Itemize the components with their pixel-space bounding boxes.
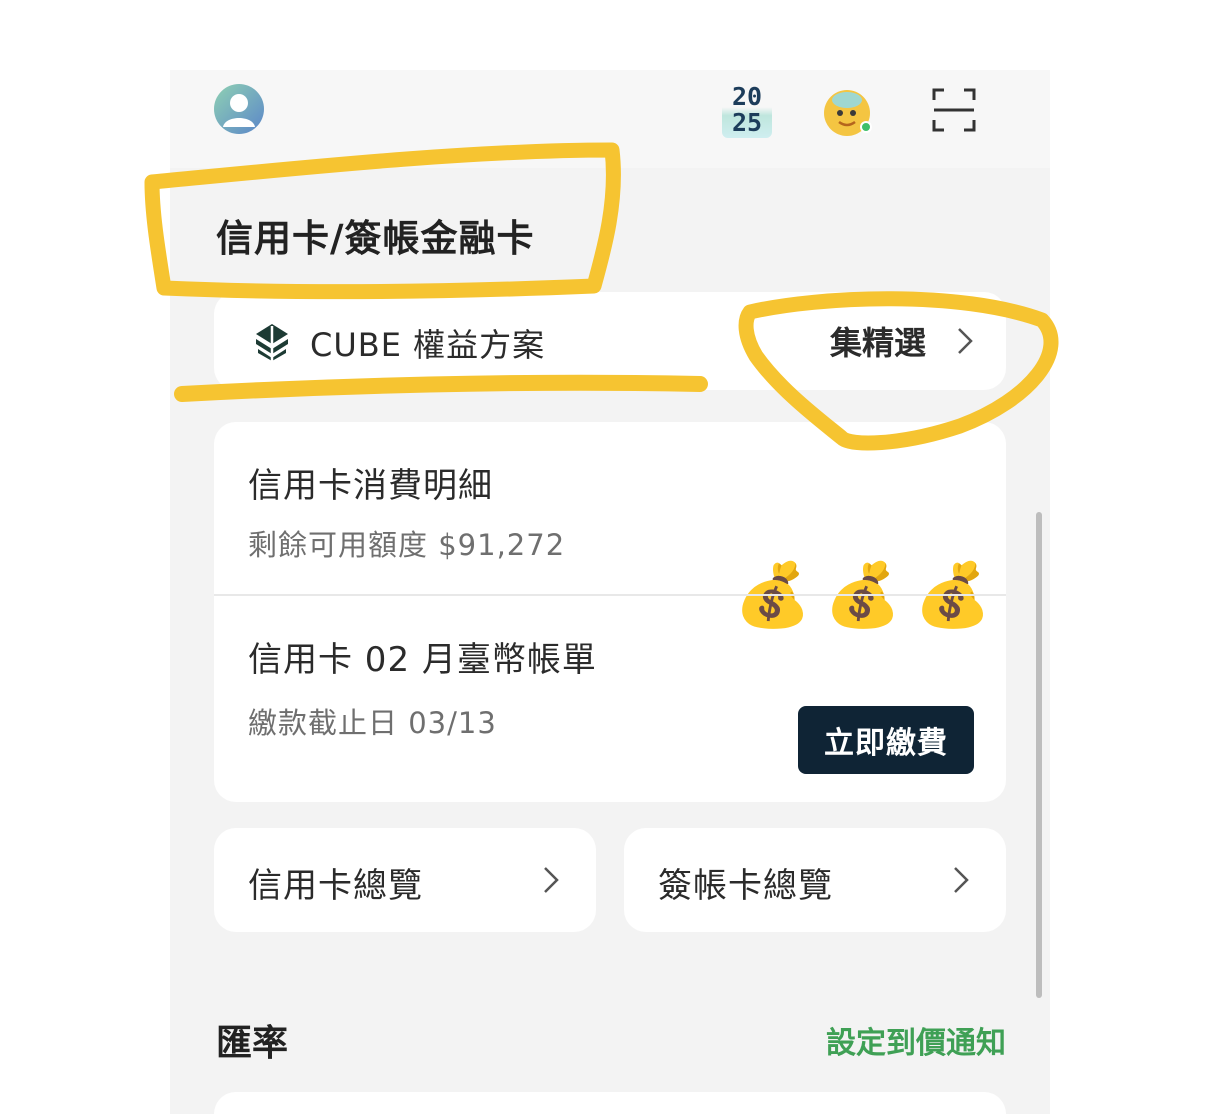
collect-featured-label: 集精選 [829,324,926,362]
cube-benefits-card[interactable]: CUBE 權益方案 集精選 [214,292,1006,390]
pay-now-button[interactable]: 立即繳費 [798,706,974,774]
year-badge-bottom: 25 [731,108,763,137]
monthly-bill-title: 信用卡 02 月臺幣帳單 [248,640,597,680]
year-badge-top: 20 [731,82,763,111]
year-2025-badge[interactable]: 20 25 [722,82,772,138]
cube-leaf-logo-icon [252,322,292,362]
set-price-alert-link[interactable]: 設定到價通知 [826,1018,1006,1062]
section-title: 信用卡/簽帳金融卡 [216,217,535,260]
user-avatar-icon[interactable] [212,82,266,136]
spending-details-title: 信用卡消費明細 [248,466,493,506]
scan-frame-icon[interactable] [932,88,976,132]
chevron-right-icon [958,328,973,354]
chevron-right-icon [544,867,559,893]
assistant-mascot-icon[interactable] [822,87,874,139]
payment-due-date: 繳款截止日 03/13 [248,706,497,740]
credit-card-summary-card: 信用卡消費明細 剩餘可用額度 $91,272 💰 💰 💰 信用卡 02 月臺幣帳… [214,422,1006,802]
available-credit-text: 剩餘可用額度 $91,272 [248,528,566,562]
cube-benefits-label: CUBE 權益方案 [310,326,546,364]
vertical-scrollbar[interactable] [1036,512,1042,998]
exchange-rate-title: 匯率 [216,1023,289,1064]
credit-card-overview-card[interactable]: 信用卡總覽 [214,828,596,932]
collect-featured-link[interactable]: 集精選 [830,318,980,364]
app-screen: 20 25 信用卡/簽帳金融卡 CUBE 權益方案 集精選 信用卡消費明細 剩餘… [170,70,1050,1114]
debit-card-overview-card[interactable]: 簽帳卡總覽 [624,828,1006,932]
top-bar: 20 25 [170,70,1050,168]
credit-card-overview-label: 信用卡總覽 [248,866,423,906]
debit-card-overview-label: 簽帳卡總覽 [658,866,833,906]
chevron-right-icon [954,867,969,893]
exchange-rate-card [214,1092,1006,1114]
spending-details-row[interactable]: 信用卡消費明細 剩餘可用額度 $91,272 💰 💰 💰 [214,422,1006,631]
